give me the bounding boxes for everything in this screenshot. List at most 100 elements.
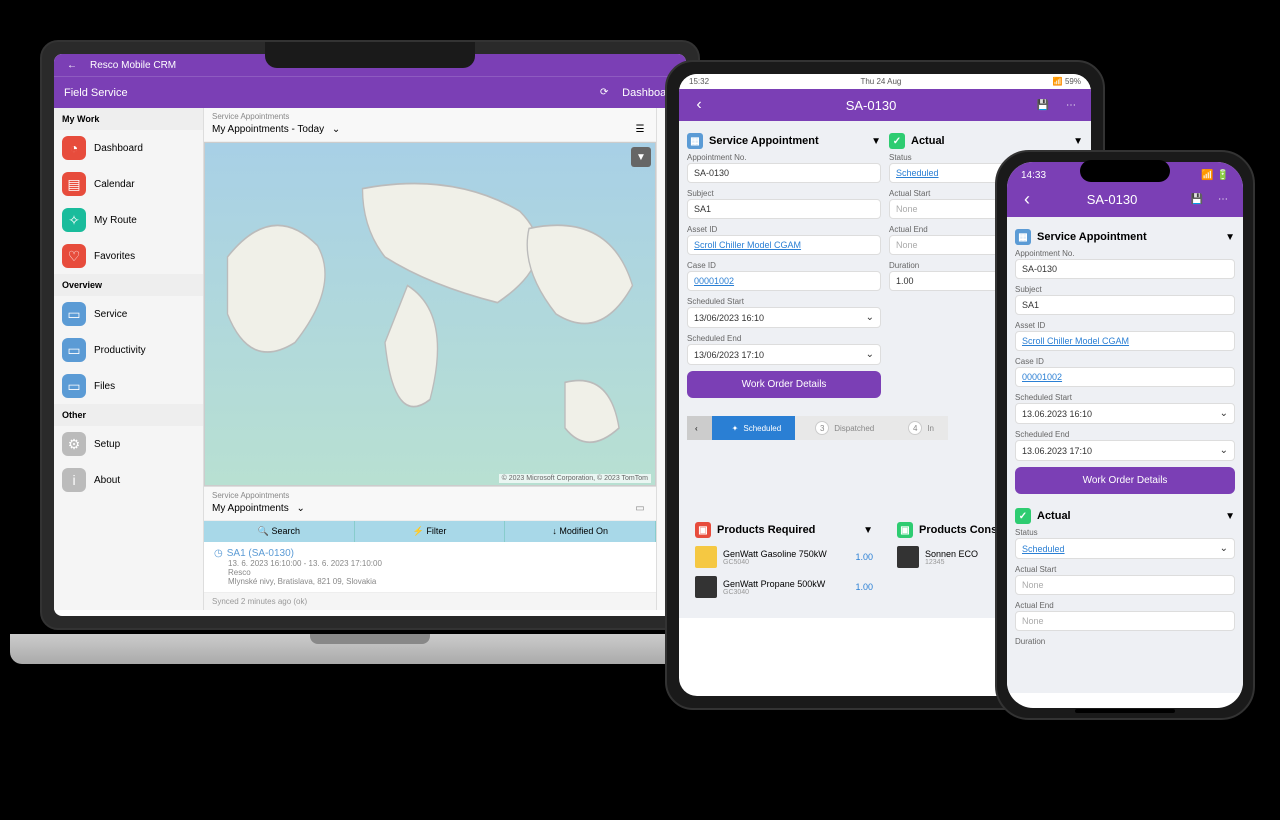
chevron-down-icon[interactable]: ▼ — [1073, 136, 1083, 147]
chevron-down-icon[interactable]: ▼ — [871, 136, 881, 147]
list-filter-label[interactable]: My Appointments — [212, 503, 289, 514]
clock-icon: ◷ — [214, 548, 223, 559]
tablet-header: ‹ SA-0130 💾 ⋯ — [679, 89, 1091, 121]
sched-end-field[interactable]: 13.06.2023 17:10⌄ — [1015, 440, 1235, 461]
case-field[interactable]: 00001002 — [687, 271, 881, 291]
progress-scheduled[interactable]: ✦Scheduled — [712, 416, 796, 440]
check-icon: ✓ — [1015, 508, 1031, 524]
act-end-field[interactable]: None — [1015, 611, 1235, 631]
sidebar-item-calendar[interactable]: ▤Calendar — [54, 166, 203, 202]
route-icon: ✧ — [62, 208, 86, 232]
signal-icon: 📶 — [1201, 170, 1213, 181]
sort-tab[interactable]: ↓ Modified On — [505, 521, 656, 542]
appointment-row[interactable]: ◷ SA1 (SA-0130) 13. 6. 2023 16:10:00 - 1… — [204, 542, 656, 593]
app-title: Resco Mobile CRM — [90, 60, 176, 71]
sched-start-field[interactable]: 13.06.2023 16:10⌄ — [1015, 403, 1235, 424]
sidebar-item-favorites[interactable]: ♡Favorites — [54, 238, 203, 274]
sidebar-item-productivity[interactable]: ▭Productivity — [54, 332, 203, 368]
more-icon[interactable]: ⋯ — [1215, 191, 1231, 207]
star-icon: ✦ — [732, 424, 739, 433]
phone-device: 14:33 📶 🔋 ‹ SA-0130 💾 ⋯ ▦ Service Appoin… — [995, 150, 1255, 720]
chevron-down-icon: ⌄ — [866, 312, 874, 323]
calendar-icon: ▦ — [1015, 229, 1031, 245]
subject-field[interactable]: SA1 — [1015, 295, 1235, 315]
search-tab[interactable]: 🔍 Search — [204, 521, 355, 542]
section-appointment[interactable]: ▦ Service Appointment ▼ — [1015, 225, 1235, 249]
more-icon[interactable]: ⋯ — [1063, 97, 1079, 113]
dashboard-icon: ◔ — [62, 136, 86, 160]
map-attribution: © 2023 Microsoft Corporation, © 2023 Tom… — [499, 474, 651, 483]
sidebar-item-myroute[interactable]: ✧My Route — [54, 202, 203, 238]
sidebar-item-files[interactable]: ▭Files — [54, 368, 203, 404]
filter-tab[interactable]: ⚡ Filter — [355, 521, 506, 542]
sidebar-item-setup[interactable]: ⚙Setup — [54, 426, 203, 462]
product-thumb — [897, 546, 919, 568]
chevron-down-icon[interactable]: ▼ — [1225, 511, 1235, 522]
product-thumb — [695, 546, 717, 568]
chevron-down-icon[interactable]: ⌄ — [328, 121, 344, 137]
module-title: Field Service — [64, 87, 128, 99]
folder-icon: ▭ — [62, 302, 86, 326]
section-appointment[interactable]: ▦ Service Appointment ▼ — [687, 129, 881, 153]
back-icon[interactable]: ← — [64, 57, 80, 73]
save-icon[interactable]: 💾 — [1035, 97, 1051, 113]
info-icon: i — [62, 468, 86, 492]
chevron-down-icon[interactable]: ▼ — [863, 525, 873, 536]
calendar-icon: ▦ — [687, 133, 703, 149]
act-start-field[interactable]: None — [1015, 575, 1235, 595]
refresh-icon[interactable]: ⟳ — [596, 85, 612, 101]
sidebar-group-overview: Overview — [54, 274, 203, 296]
back-icon[interactable]: ‹ — [691, 97, 707, 113]
laptop-base — [10, 634, 730, 664]
laptop-notch — [265, 42, 475, 68]
work-order-button[interactable]: Work Order Details — [1015, 467, 1235, 494]
laptop-device: ← Resco Mobile CRM Field Service ⟳ Dashb… — [10, 40, 730, 720]
chevron-down-icon: ⌄ — [1220, 445, 1228, 456]
gear-icon: ⚙ — [62, 432, 86, 456]
sched-start-field[interactable]: 13/06/2023 16:10⌄ — [687, 307, 881, 328]
map[interactable]: ▼ © 2023 Microsoft Corporation, © 2023 T… — [204, 142, 656, 486]
sort-icon: ↓ — [552, 526, 557, 536]
back-icon[interactable]: ‹ — [1019, 191, 1035, 207]
chevron-down-icon[interactable]: ▼ — [1225, 232, 1235, 243]
sidebar-item-about[interactable]: iAbout — [54, 462, 203, 498]
sidebar-group-other: Other — [54, 404, 203, 426]
phone-notch — [1080, 160, 1170, 182]
heart-icon: ♡ — [62, 244, 86, 268]
progress-dispatched[interactable]: 3Dispatched — [795, 416, 888, 440]
save-icon[interactable]: 💾 — [1189, 191, 1205, 207]
calendar-icon: ▤ — [62, 172, 86, 196]
map-filter-label[interactable]: My Appointments - Today — [212, 124, 324, 135]
progress-in[interactable]: 4In — [888, 416, 948, 440]
sidebar: My Work ◔Dashboard ▤Calendar ✧My Route ♡… — [54, 108, 204, 610]
check-icon: ✓ — [889, 133, 905, 149]
section-actual[interactable]: ✓ Actual ▼ — [1015, 504, 1235, 528]
product-row[interactable]: GenWatt Gasoline 750kWGC5040 1.00 — [695, 542, 873, 572]
sync-status: Synced 2 minutes ago (ok) — [204, 593, 656, 610]
chevron-left-icon[interactable]: ‹ — [695, 424, 698, 433]
product-row[interactable]: GenWatt Propane 500kWGC3040 1.00 — [695, 572, 873, 602]
filter-icon[interactable]: ▼ — [631, 147, 651, 167]
asset-field[interactable]: Scroll Chiller Model CGAM — [687, 235, 881, 255]
sidebar-item-service[interactable]: ▭Service — [54, 296, 203, 332]
status-field[interactable]: Scheduled⌄ — [1015, 538, 1235, 559]
chevron-down-icon: ⌄ — [1220, 543, 1228, 554]
work-order-button[interactable]: Work Order Details — [687, 371, 881, 398]
battery-icon: 🔋 — [1217, 170, 1229, 181]
appt-no-field[interactable]: SA-0130 — [1015, 259, 1235, 279]
case-field[interactable]: 00001002 — [1015, 367, 1235, 387]
box-icon: ▣ — [897, 522, 913, 538]
sidebar-item-dashboard[interactable]: ◔Dashboard — [54, 130, 203, 166]
section-products-required[interactable]: ▣ Products Required ▼ — [695, 518, 873, 542]
tablet-status-bar: 15:32 Thu 24 Aug 📶 59% — [679, 74, 1091, 89]
sidebar-group-mywork: My Work — [54, 108, 203, 130]
list-view-icon[interactable]: ☰ — [632, 121, 648, 137]
export-icon[interactable]: ▭ — [632, 500, 648, 516]
chevron-down-icon[interactable]: ⌄ — [293, 500, 309, 516]
sched-end-field[interactable]: 13/06/2023 17:10⌄ — [687, 344, 881, 365]
asset-field[interactable]: Scroll Chiller Model CGAM — [1015, 331, 1235, 351]
chevron-down-icon: ⌄ — [1220, 408, 1228, 419]
appt-no-field[interactable]: SA-0130 — [687, 163, 881, 183]
lightning-icon: ⚡ — [413, 526, 424, 536]
subject-field[interactable]: SA1 — [687, 199, 881, 219]
